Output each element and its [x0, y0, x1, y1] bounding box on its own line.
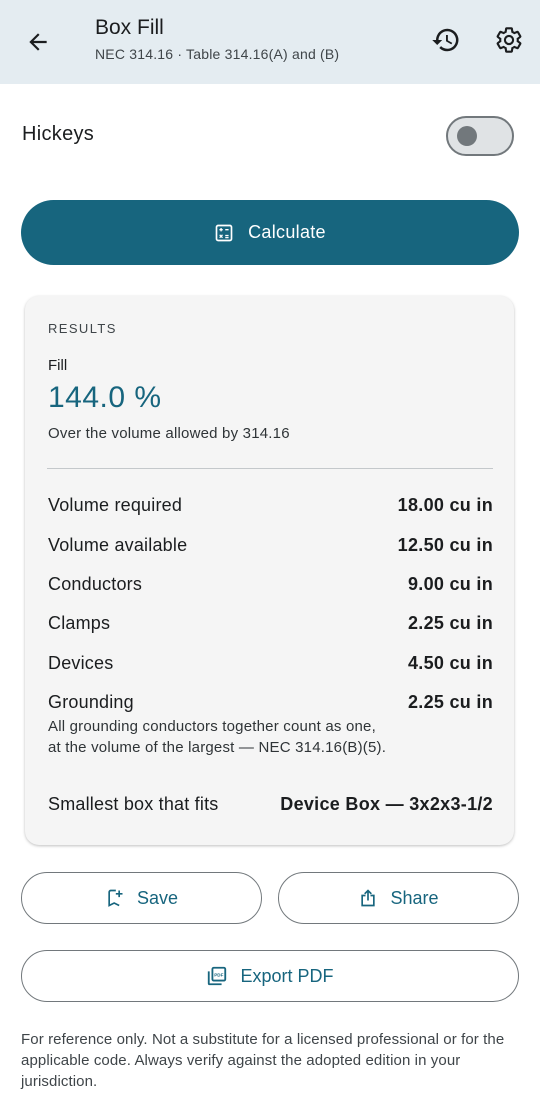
share-button[interactable]: Share [278, 872, 519, 924]
export-label: Export PDF [240, 965, 334, 986]
page-title: Box Fill [95, 16, 164, 39]
arrow-back-icon [29, 33, 47, 51]
fill-note: Over the volume allowed by 314.16 [48, 425, 290, 442]
save-label: Save [136, 887, 179, 908]
result-label: Volume required [48, 495, 183, 515]
pdf-icon: PDF [208, 966, 227, 986]
fill-label: Fill [48, 357, 68, 374]
results-heading: RESULTS [48, 321, 117, 336]
grounding-note: All grounding conductors together count … [48, 718, 387, 756]
calculate-button[interactable]: Calculate [21, 200, 519, 265]
results-card: RESULTS Fill 144.0 % Over the volume all… [25, 296, 514, 845]
result-value: 2.25 cu in [407, 692, 493, 712]
export-pdf-button[interactable]: PDF Export PDF [21, 950, 519, 1002]
result-label: Grounding [48, 692, 134, 712]
history-button[interactable] [424, 18, 468, 62]
share-icon [361, 889, 376, 907]
save-button[interactable]: Save [21, 872, 262, 924]
result-label: Clamps [48, 613, 111, 633]
hickeys-switch[interactable] [446, 116, 514, 156]
result-value: 4.50 cu in [407, 653, 493, 673]
calculate-label: Calculate [248, 222, 326, 242]
result-label: Smallest box that fits [48, 794, 219, 814]
fill-value: 144.0 % [48, 381, 162, 414]
settings-button[interactable] [487, 18, 531, 62]
result-label: Volume available [48, 535, 188, 555]
result-value: 18.00 cu in [397, 495, 493, 515]
back-button[interactable] [16, 20, 60, 64]
divider [47, 468, 493, 469]
switch-thumb [457, 126, 477, 146]
result-value: 2.25 cu in [407, 613, 493, 633]
gear-icon [496, 27, 522, 53]
page-subtitle: NEC 314.16 · Table 314.16(A) and (B) [95, 46, 340, 62]
hickeys-label: Hickeys [22, 123, 95, 145]
hickeys-row: Hickeys [22, 114, 518, 158]
result-label: Devices [48, 653, 114, 673]
share-label: Share [390, 887, 439, 908]
title-block: Box Fill NEC 314.16 · Table 314.16(A) an… [95, 14, 339, 62]
calculator-icon [215, 224, 233, 241]
disclaimer-text: For reference only. Not a substitute for… [21, 1031, 505, 1090]
bookmark-add-icon [108, 889, 123, 907]
history-icon [432, 28, 459, 52]
result-value: 9.00 cu in [407, 574, 493, 594]
app-bar: Box Fill NEC 314.16 · Table 314.16(A) an… [0, 0, 540, 84]
svg-text:PDF: PDF [215, 972, 224, 977]
result-label: Conductors [48, 574, 143, 594]
result-value: 12.50 cu in [397, 535, 493, 555]
result-value: Device Box — 3x2x3-1/2 [280, 794, 493, 814]
